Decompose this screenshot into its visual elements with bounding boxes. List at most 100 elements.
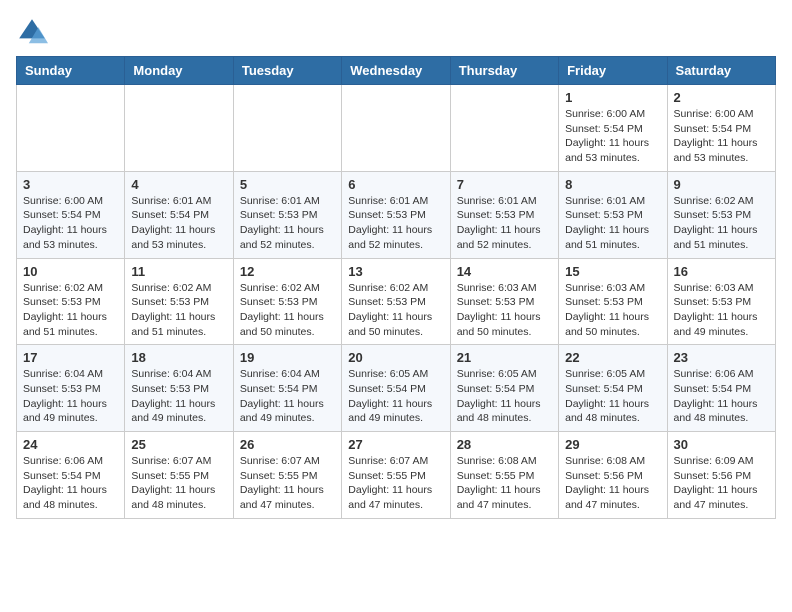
calendar-day-cell: 28 Sunrise: 6:08 AM Sunset: 5:55 PM Dayli… — [450, 432, 558, 519]
day-number: 19 — [240, 350, 335, 365]
calendar-day-cell: 14 Sunrise: 6:03 AM Sunset: 5:53 PM Dayli… — [450, 258, 558, 345]
day-info: Sunrise: 6:03 AM Sunset: 5:53 PM Dayligh… — [674, 281, 769, 340]
day-number: 27 — [348, 437, 443, 452]
day-number: 15 — [565, 264, 660, 279]
day-number: 4 — [131, 177, 226, 192]
day-info: Sunrise: 6:03 AM Sunset: 5:53 PM Dayligh… — [565, 281, 660, 340]
calendar-day-cell: 21 Sunrise: 6:05 AM Sunset: 5:54 PM Dayli… — [450, 345, 558, 432]
day-info: Sunrise: 6:07 AM Sunset: 5:55 PM Dayligh… — [348, 454, 443, 513]
day-number: 28 — [457, 437, 552, 452]
day-info: Sunrise: 6:06 AM Sunset: 5:54 PM Dayligh… — [674, 367, 769, 426]
calendar-day-cell: 23 Sunrise: 6:06 AM Sunset: 5:54 PM Dayli… — [667, 345, 775, 432]
calendar-day-cell: 22 Sunrise: 6:05 AM Sunset: 5:54 PM Dayli… — [559, 345, 667, 432]
day-info: Sunrise: 6:01 AM Sunset: 5:54 PM Dayligh… — [131, 194, 226, 253]
day-info: Sunrise: 6:05 AM Sunset: 5:54 PM Dayligh… — [457, 367, 552, 426]
calendar-day-cell: 20 Sunrise: 6:05 AM Sunset: 5:54 PM Dayli… — [342, 345, 450, 432]
calendar-day-cell: 2Sunrise: 6:00 AM Sunset: 5:54 PM Daylig… — [667, 85, 775, 172]
calendar-day-cell: 8 Sunrise: 6:01 AM Sunset: 5:53 PM Daylig… — [559, 171, 667, 258]
weekday-header: Wednesday — [342, 57, 450, 85]
day-number: 23 — [674, 350, 769, 365]
calendar-week-row: 17 Sunrise: 6:04 AM Sunset: 5:53 PM Dayli… — [17, 345, 776, 432]
day-info: Sunrise: 6:01 AM Sunset: 5:53 PM Dayligh… — [565, 194, 660, 253]
calendar-day-cell: 5 Sunrise: 6:01 AM Sunset: 5:53 PM Daylig… — [233, 171, 341, 258]
calendar-week-row: 3 Sunrise: 6:00 AM Sunset: 5:54 PM Daylig… — [17, 171, 776, 258]
calendar-day-cell: 11 Sunrise: 6:02 AM Sunset: 5:53 PM Dayli… — [125, 258, 233, 345]
day-number: 25 — [131, 437, 226, 452]
calendar-day-cell — [125, 85, 233, 172]
day-info: Sunrise: 6:01 AM Sunset: 5:53 PM Dayligh… — [348, 194, 443, 253]
day-number: 10 — [23, 264, 118, 279]
day-info: Sunrise: 6:05 AM Sunset: 5:54 PM Dayligh… — [348, 367, 443, 426]
calendar-day-cell: 7 Sunrise: 6:01 AM Sunset: 5:53 PM Daylig… — [450, 171, 558, 258]
calendar-day-cell: 26 Sunrise: 6:07 AM Sunset: 5:55 PM Dayli… — [233, 432, 341, 519]
calendar-day-cell — [450, 85, 558, 172]
weekday-header: Monday — [125, 57, 233, 85]
day-info: Sunrise: 6:07 AM Sunset: 5:55 PM Dayligh… — [131, 454, 226, 513]
calendar-day-cell: 25 Sunrise: 6:07 AM Sunset: 5:55 PM Dayli… — [125, 432, 233, 519]
day-info: Sunrise: 6:01 AM Sunset: 5:53 PM Dayligh… — [457, 194, 552, 253]
weekday-header: Thursday — [450, 57, 558, 85]
day-number: 21 — [457, 350, 552, 365]
day-number: 30 — [674, 437, 769, 452]
day-info: Sunrise: 6:02 AM Sunset: 5:53 PM Dayligh… — [348, 281, 443, 340]
weekday-header: Saturday — [667, 57, 775, 85]
day-number: 20 — [348, 350, 443, 365]
calendar-week-row: 10 Sunrise: 6:02 AM Sunset: 5:53 PM Dayli… — [17, 258, 776, 345]
day-info: Sunrise: 6:07 AM Sunset: 5:55 PM Dayligh… — [240, 454, 335, 513]
day-info: Sunrise: 6:08 AM Sunset: 5:56 PM Dayligh… — [565, 454, 660, 513]
weekday-header: Sunday — [17, 57, 125, 85]
calendar-day-cell: 15 Sunrise: 6:03 AM Sunset: 5:53 PM Dayli… — [559, 258, 667, 345]
calendar-day-cell: 10 Sunrise: 6:02 AM Sunset: 5:53 PM Dayli… — [17, 258, 125, 345]
calendar-day-cell: 3 Sunrise: 6:00 AM Sunset: 5:54 PM Daylig… — [17, 171, 125, 258]
calendar-day-cell: 18 Sunrise: 6:04 AM Sunset: 5:53 PM Dayli… — [125, 345, 233, 432]
day-info: Sunrise: 6:06 AM Sunset: 5:54 PM Dayligh… — [23, 454, 118, 513]
day-number: 26 — [240, 437, 335, 452]
calendar-day-cell: 24 Sunrise: 6:06 AM Sunset: 5:54 PM Dayli… — [17, 432, 125, 519]
day-info: Sunrise: 6:00 AM Sunset: 5:54 PM Dayligh… — [23, 194, 118, 253]
calendar-week-row: 1Sunrise: 6:00 AM Sunset: 5:54 PM Daylig… — [17, 85, 776, 172]
day-number: 6 — [348, 177, 443, 192]
day-number: 11 — [131, 264, 226, 279]
day-info: Sunrise: 6:04 AM Sunset: 5:54 PM Dayligh… — [240, 367, 335, 426]
day-number: 16 — [674, 264, 769, 279]
calendar-day-cell: 30Sunrise: 6:09 AM Sunset: 5:56 PM Dayli… — [667, 432, 775, 519]
day-number: 17 — [23, 350, 118, 365]
calendar-day-cell: 13 Sunrise: 6:02 AM Sunset: 5:53 PM Dayli… — [342, 258, 450, 345]
day-info: Sunrise: 6:02 AM Sunset: 5:53 PM Dayligh… — [240, 281, 335, 340]
day-number: 18 — [131, 350, 226, 365]
day-info: Sunrise: 6:04 AM Sunset: 5:53 PM Dayligh… — [23, 367, 118, 426]
day-info: Sunrise: 6:02 AM Sunset: 5:53 PM Dayligh… — [23, 281, 118, 340]
calendar-table: SundayMondayTuesdayWednesdayThursdayFrid… — [16, 56, 776, 519]
day-number: 8 — [565, 177, 660, 192]
day-number: 5 — [240, 177, 335, 192]
calendar-day-cell — [342, 85, 450, 172]
logo — [16, 16, 52, 48]
day-info: Sunrise: 6:08 AM Sunset: 5:55 PM Dayligh… — [457, 454, 552, 513]
day-info: Sunrise: 6:01 AM Sunset: 5:53 PM Dayligh… — [240, 194, 335, 253]
calendar-week-row: 24 Sunrise: 6:06 AM Sunset: 5:54 PM Dayli… — [17, 432, 776, 519]
day-number: 7 — [457, 177, 552, 192]
day-number: 2 — [674, 90, 769, 105]
day-info: Sunrise: 6:03 AM Sunset: 5:53 PM Dayligh… — [457, 281, 552, 340]
day-number: 22 — [565, 350, 660, 365]
calendar-day-cell: 29 Sunrise: 6:08 AM Sunset: 5:56 PM Dayli… — [559, 432, 667, 519]
day-number: 13 — [348, 264, 443, 279]
day-number: 24 — [23, 437, 118, 452]
day-info: Sunrise: 6:02 AM Sunset: 5:53 PM Dayligh… — [674, 194, 769, 253]
calendar-day-cell — [233, 85, 341, 172]
logo-icon — [16, 16, 48, 48]
day-info: Sunrise: 6:05 AM Sunset: 5:54 PM Dayligh… — [565, 367, 660, 426]
day-number: 1 — [565, 90, 660, 105]
calendar-day-cell: 4 Sunrise: 6:01 AM Sunset: 5:54 PM Daylig… — [125, 171, 233, 258]
weekday-header: Friday — [559, 57, 667, 85]
day-info: Sunrise: 6:02 AM Sunset: 5:53 PM Dayligh… — [131, 281, 226, 340]
calendar-day-cell — [17, 85, 125, 172]
calendar-day-cell: 16 Sunrise: 6:03 AM Sunset: 5:53 PM Dayli… — [667, 258, 775, 345]
day-info: Sunrise: 6:04 AM Sunset: 5:53 PM Dayligh… — [131, 367, 226, 426]
day-number: 29 — [565, 437, 660, 452]
weekday-header: Tuesday — [233, 57, 341, 85]
day-number: 3 — [23, 177, 118, 192]
day-number: 14 — [457, 264, 552, 279]
page-header — [16, 16, 776, 48]
calendar-day-cell: 19 Sunrise: 6:04 AM Sunset: 5:54 PM Dayli… — [233, 345, 341, 432]
